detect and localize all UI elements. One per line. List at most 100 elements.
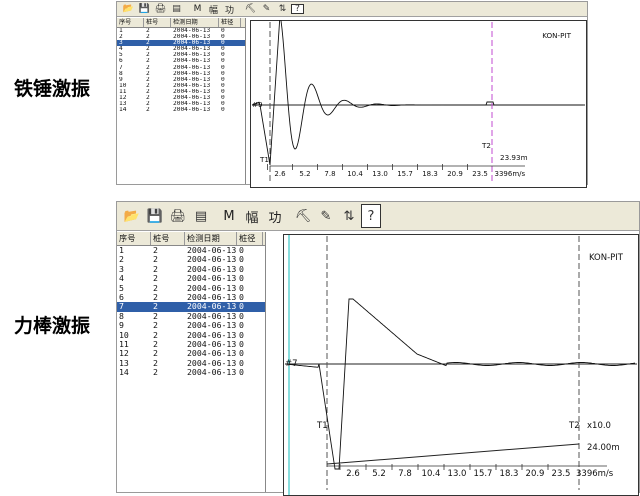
help-icon[interactable]: ? [291, 4, 304, 14]
table-row[interactable]: 11 2 2004-06-13 0 [117, 340, 265, 349]
table-cell: 2 [153, 283, 158, 293]
length-readout: 24.00m [587, 443, 620, 453]
print-icon[interactable]: 🖨 [153, 3, 168, 15]
column-header[interactable]: 序号 [117, 232, 151, 245]
table-row[interactable]: 14 2 2004-06-13 0 [117, 107, 245, 113]
waveform-svg[interactable]: 2.6 5.2 7.8 10.4 13.0 15.7 18.3 20.9 23.5 3396m/s… [250, 20, 587, 188]
column-header[interactable]: 序号 [117, 18, 144, 27]
table-cell: 2 [153, 368, 158, 378]
open-icon[interactable]: 📂 [121, 3, 136, 15]
save-icon[interactable]: 💾 [137, 3, 152, 15]
table-cell: 3 [119, 264, 124, 274]
m-button[interactable]: M [190, 3, 205, 15]
axis-tick-label: 5.2 [299, 170, 310, 178]
table-row[interactable]: 12 2 2004-06-13 0 [117, 349, 265, 358]
table-cell: 0 [239, 311, 244, 321]
axis-tick-label: 15.7 [397, 170, 413, 178]
tool-icon[interactable]: ✎ [259, 3, 274, 15]
open-icon[interactable]: 📂 [121, 203, 143, 229]
table-cell: 1 [119, 246, 124, 255]
waveform-svg[interactable]: 2.6 5.2 7.8 10.4 13.0 15.7 18.3 20.9 23.5 3396m/s… [283, 234, 639, 496]
trace-label: #7 [285, 359, 298, 369]
table-cell: 10 [119, 330, 129, 340]
function-button[interactable]: 功 [222, 3, 237, 16]
table-cell: 2 [146, 107, 150, 114]
table-cell: 0 [239, 283, 244, 293]
waveform-plot[interactable]: 2.6 5.2 7.8 10.4 13.0 15.7 18.3 20.9 23.5 3396m/s… [250, 20, 587, 188]
axis-tick-label: 5.2 [372, 469, 386, 479]
axis-tick-label: 13.0 [372, 170, 388, 178]
table-cell: 7 [119, 302, 124, 312]
app-window-force-rod: 📂 💾 🖨 ▤ M 幅功 ⛏ ✎ ⇅? 序号 桩号 检测日期 桩径 1 2 2004-06-13 0 2 2 2004… [116, 201, 640, 496]
table-cell: 2004-06-13 [187, 321, 237, 331]
print-preview-icon[interactable]: ▤ [169, 3, 184, 15]
print-preview-icon[interactable]: ▤ [190, 203, 212, 229]
amplitude-button[interactable]: 幅 [206, 3, 221, 16]
table-cell: 2 [153, 302, 158, 312]
amplitude-button[interactable]: 幅 [241, 203, 263, 229]
table-cell: 2 [153, 292, 158, 302]
trace-label: #9 [252, 100, 263, 109]
axis-tick-label: 2.6 [346, 469, 360, 479]
table-row[interactable]: 8 2 2004-06-13 0 [117, 312, 265, 321]
toolbar: 📂 💾 🖨 ▤ M 幅功 ⛏ ✎ ⇅? [117, 2, 587, 17]
table-row[interactable]: 6 2 2004-06-13 0 [117, 293, 265, 302]
table-row[interactable]: 2 2 2004-06-13 0 [117, 255, 265, 264]
waveform-plot[interactable]: 2.6 5.2 7.8 10.4 13.0 15.7 18.3 20.9 23.5 3396m/s… [283, 234, 639, 496]
axis-tick-label: 18.3 [422, 170, 438, 178]
table-cell: 2 [153, 339, 158, 349]
column-header[interactable]: 桩径 [237, 232, 263, 245]
table-cell: 2 [119, 255, 124, 265]
pile-icon[interactable]: ⛏ [243, 3, 258, 15]
table-cell: 0 [239, 339, 244, 349]
table-cell: 2 [153, 274, 158, 284]
table-row[interactable]: 10 2 2004-06-13 0 [117, 331, 265, 340]
column-header[interactable]: 桩号 [151, 232, 185, 245]
axis-tick-label: 23.5 [472, 170, 488, 178]
arrows-icon[interactable]: ⇅ [275, 3, 290, 15]
table-row[interactable]: 13 2 2004-06-13 0 [117, 359, 265, 368]
table-cell: 2004-06-13 [173, 107, 211, 114]
pile-icon[interactable]: ⛏ [292, 203, 314, 229]
tool-icon[interactable]: ✎ [315, 203, 337, 229]
table-row[interactable]: 3 2 2004-06-13 0 [117, 265, 265, 274]
table-cell: 0 [239, 368, 244, 378]
axis-tick-label: 18.3 [500, 469, 519, 479]
function-button[interactable]: 功 [264, 203, 286, 229]
table-row[interactable]: 4 2 2004-06-13 0 [117, 274, 265, 283]
save-icon[interactable]: 💾 [144, 203, 166, 229]
table-cell: 2004-06-13 [187, 368, 237, 378]
table-cell: 0 [239, 264, 244, 274]
velocity-label: 3396m/s [495, 170, 526, 178]
table-cell: 0 [239, 292, 244, 302]
table-row[interactable]: 5 2 2004-06-13 0 [117, 284, 265, 293]
table-row[interactable]: 14 2 2004-06-13 0 [117, 368, 265, 377]
app-window-hammer: 📂 💾 🖨 ▤ M 幅功 ⛏ ✎ ⇅? 序号 桩号 检测日期 桩径 1 2 2004-06-13 0 2 2 2004… [116, 1, 588, 188]
velocity-label: 3396m/s [576, 469, 614, 479]
table-cell: 9 [119, 321, 124, 331]
column-header[interactable]: 桩径 [219, 18, 241, 27]
table-row[interactable]: 1 2 2004-06-13 0 [117, 246, 265, 255]
table-cell: 2 [153, 349, 158, 359]
print-icon[interactable]: 🖨 [167, 203, 189, 229]
m-button[interactable]: M [218, 203, 240, 229]
table-cell: 2004-06-13 [187, 349, 237, 359]
table-cell: 2004-06-13 [187, 311, 237, 321]
table-row[interactable]: 9 2 2004-06-13 0 [117, 321, 265, 330]
t2-label: T2 [481, 141, 491, 150]
table-row[interactable]: 7 2 2004-06-13 0 [117, 302, 265, 312]
table-cell: 14 [119, 368, 129, 378]
table-cell: 5 [119, 283, 124, 293]
help-icon[interactable]: ? [361, 204, 381, 228]
table-cell: 14 [119, 107, 127, 114]
table-cell: 0 [239, 302, 244, 312]
column-header[interactable]: 检测日期 [185, 232, 237, 245]
table-cell: 2004-06-13 [187, 283, 237, 293]
column-header[interactable]: 桩号 [144, 18, 171, 27]
column-header[interactable]: 检测日期 [171, 18, 219, 27]
table-cell: 0 [239, 330, 244, 340]
t2-label: T2 [568, 421, 580, 431]
axis-tick-label: 10.4 [422, 469, 441, 479]
table-cell: 2004-06-13 [187, 358, 237, 368]
arrows-icon[interactable]: ⇅ [338, 203, 360, 229]
